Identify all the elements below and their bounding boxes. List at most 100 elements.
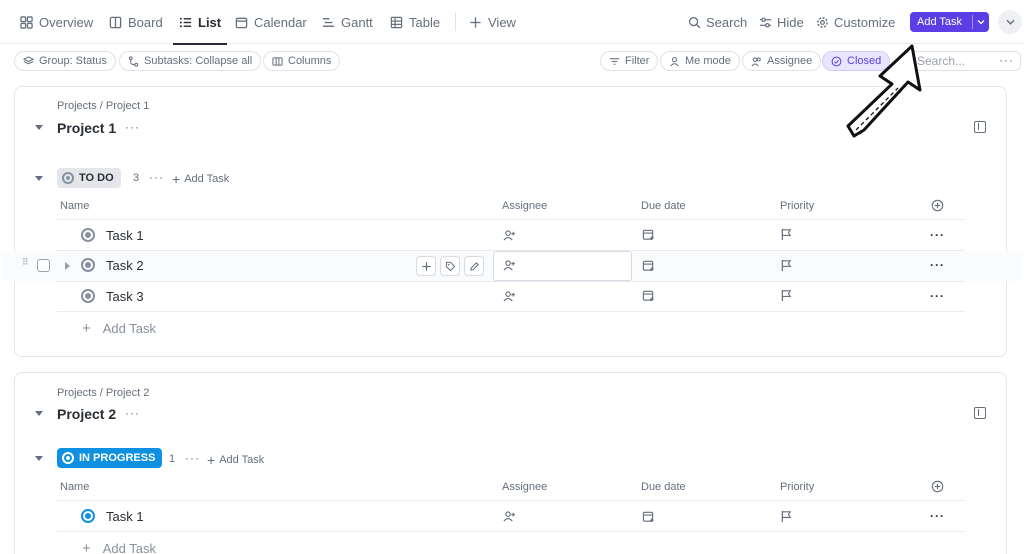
flag-icon[interactable] <box>780 510 793 523</box>
flag-icon[interactable] <box>780 289 793 302</box>
task-status-icon[interactable] <box>81 228 95 242</box>
user-icon <box>670 56 679 66</box>
columns-icon <box>272 56 283 66</box>
customize-button[interactable]: Customize <box>816 0 895 44</box>
add-task-label: Add Task <box>102 321 157 336</box>
add-task-inline-button[interactable]: + Add Task <box>172 171 229 187</box>
list-icon <box>179 17 192 27</box>
add-task-label: Add Task <box>917 16 963 28</box>
tab-table[interactable]: Table <box>390 0 440 44</box>
row-more-icon[interactable]: ··· <box>930 228 945 242</box>
more-icon[interactable]: ··· <box>149 170 164 184</box>
tag-icon <box>445 261 455 271</box>
column-header-assignee[interactable]: Assignee <box>502 200 547 212</box>
subtask-icon <box>128 55 139 67</box>
add-task-row[interactable]: + Add Task <box>82 540 156 554</box>
column-header-due-date[interactable]: Due date <box>641 481 686 493</box>
add-task-label: Add Task <box>219 454 265 466</box>
row-more-icon[interactable]: ··· <box>930 289 945 303</box>
add-assignee-icon[interactable] <box>503 229 516 242</box>
filter-pill[interactable]: Filter <box>600 51 659 71</box>
project-title[interactable]: Project 2 <box>57 406 116 422</box>
expand-subtasks-icon[interactable] <box>65 262 70 270</box>
due-date-icon[interactable] <box>642 510 655 523</box>
row-checkbox[interactable] <box>37 259 50 272</box>
add-subtask-button[interactable] <box>416 256 436 276</box>
tab-overview[interactable]: Overview <box>20 0 93 44</box>
tab-list[interactable]: List <box>172 0 228 45</box>
add-column-icon[interactable] <box>931 199 944 212</box>
columns-pill[interactable]: Columns <box>263 51 341 71</box>
pencil-icon <box>469 261 479 271</box>
due-date-icon[interactable] <box>642 228 655 241</box>
gear-icon <box>817 16 828 28</box>
add-assignee-icon[interactable] <box>503 259 516 272</box>
hide-label: Hide <box>777 14 804 30</box>
hide-button[interactable]: Hide <box>759 0 804 44</box>
status-badge[interactable]: TO DO <box>57 168 121 188</box>
task-name[interactable]: Task 1 <box>106 509 144 524</box>
add-task-row[interactable]: + Add Task <box>82 320 156 337</box>
add-task-inline-button[interactable]: + Add Task <box>207 452 264 468</box>
group-caret-icon[interactable] <box>35 176 43 181</box>
status-badge[interactable]: IN PROGRESS <box>57 448 163 468</box>
column-header-priority[interactable]: Priority <box>780 200 814 212</box>
sidebar-collapse-icon[interactable] <box>974 407 986 419</box>
due-date-icon[interactable] <box>642 289 655 302</box>
sidebar-collapse-icon[interactable] <box>974 121 986 133</box>
due-date-icon[interactable] <box>642 259 655 272</box>
breadcrumb[interactable]: Projects / Project 2 <box>57 387 149 399</box>
more-icon[interactable]: ··· <box>999 53 1014 67</box>
add-view-button[interactable]: View <box>469 0 516 44</box>
add-column-icon[interactable] <box>931 480 944 493</box>
column-header-name[interactable]: Name <box>60 481 89 493</box>
add-assignee-icon[interactable] <box>503 290 516 303</box>
group-caret-icon[interactable] <box>35 456 43 461</box>
divider <box>455 13 456 31</box>
add-assignee-icon[interactable] <box>503 510 516 523</box>
filter-icon <box>609 57 620 65</box>
task-name[interactable]: Task 1 <box>106 228 144 243</box>
task-name[interactable]: Task 3 <box>106 289 144 304</box>
tab-gantt[interactable]: Gantt <box>322 0 373 44</box>
row-more-icon[interactable]: ··· <box>930 258 945 272</box>
pill-label: Assignee <box>767 55 813 67</box>
row-more-icon[interactable]: ··· <box>930 509 945 523</box>
column-header-name[interactable]: Name <box>60 200 89 212</box>
group-status-pill[interactable]: Group: Status <box>14 51 116 71</box>
breadcrumb[interactable]: Projects / Project 1 <box>57 100 149 112</box>
tab-calendar[interactable]: Calendar <box>235 0 307 44</box>
collapse-caret-icon[interactable] <box>35 125 43 130</box>
search-button[interactable]: Search <box>688 0 747 44</box>
task-status-icon[interactable] <box>81 509 95 523</box>
subtasks-pill[interactable]: Subtasks: Collapse all <box>119 51 262 71</box>
search-label: Search <box>706 14 748 30</box>
status-label: IN PROGRESS <box>79 452 156 464</box>
more-icon[interactable]: ··· <box>185 451 200 465</box>
task-name[interactable]: Task 2 <box>106 258 144 273</box>
me-mode-pill[interactable]: Me mode <box>660 51 740 71</box>
rename-button[interactable] <box>464 256 484 276</box>
task-count: 3 <box>133 172 140 184</box>
task-status-icon[interactable] <box>81 258 95 272</box>
collapse-caret-icon[interactable] <box>35 411 43 416</box>
flag-icon[interactable] <box>780 228 793 241</box>
column-header-priority[interactable]: Priority <box>780 481 814 493</box>
more-icon[interactable]: ··· <box>125 406 140 420</box>
drag-handle-icon[interactable]: ⠿ <box>22 258 29 267</box>
task-status-icon[interactable] <box>81 289 95 303</box>
more-icon[interactable]: ··· <box>125 120 140 134</box>
assignee-pill[interactable]: Assignee <box>742 51 822 71</box>
more-options-button[interactable] <box>998 10 1022 34</box>
column-header-due-date[interactable]: Due date <box>641 200 686 212</box>
search-icon <box>688 16 701 28</box>
table-icon <box>390 16 403 28</box>
tab-board[interactable]: Board <box>109 0 163 44</box>
chevron-down-icon[interactable] <box>973 19 989 25</box>
column-header-assignee[interactable]: Assignee <box>502 481 547 493</box>
add-tag-button[interactable] <box>440 256 460 276</box>
add-task-button[interactable]: Add Task <box>910 12 989 32</box>
pill-label: Filter <box>625 55 650 67</box>
project-title[interactable]: Project 1 <box>57 120 116 136</box>
flag-icon[interactable] <box>780 259 793 272</box>
